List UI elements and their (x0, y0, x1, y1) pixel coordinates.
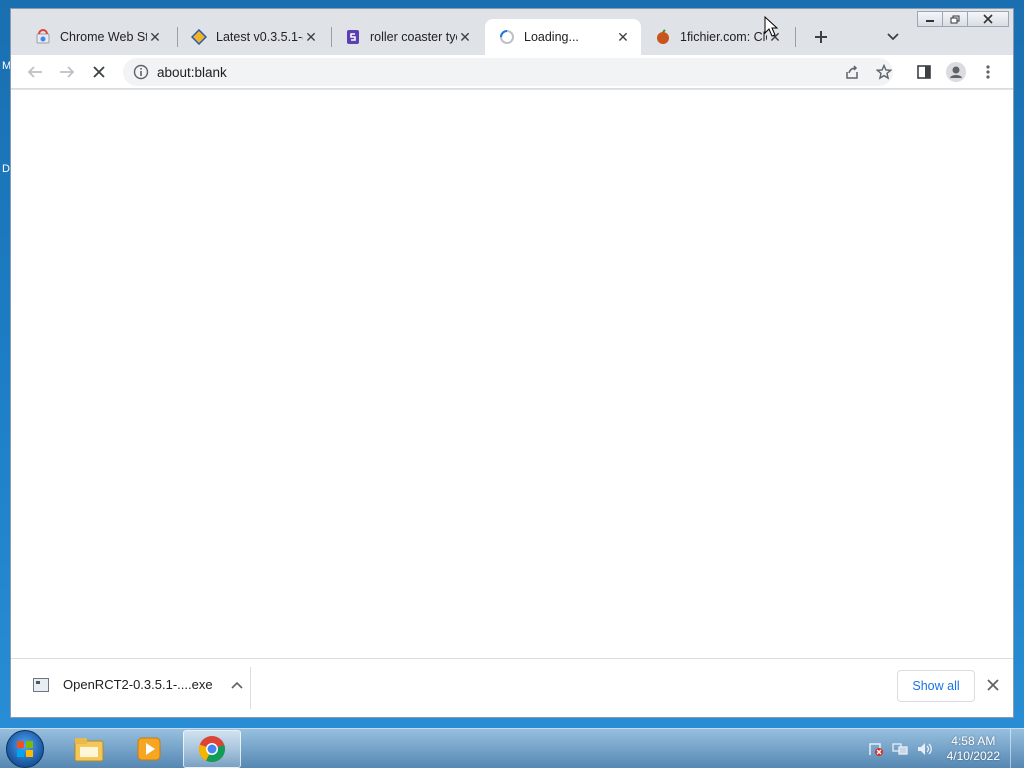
back-button[interactable] (23, 60, 47, 84)
tab-title: Latest v0.3.5.1-89 (216, 30, 303, 44)
share-icon (846, 65, 858, 79)
executable-file-icon (33, 677, 49, 692)
start-button[interactable] (6, 730, 44, 768)
chevron-down-icon (887, 33, 899, 41)
avatar-icon (946, 62, 966, 82)
page-content (11, 90, 1013, 658)
chrome-window: Chrome Web Store ✕ Latest v0.3.5.1-89 ✕ … (10, 8, 1014, 718)
tab-separator (795, 27, 796, 47)
browser-toolbar (11, 55, 1013, 89)
download-shelf: OpenRCT2-0.3.5.1-....exe Show all (11, 658, 1013, 717)
close-tab-icon[interactable]: ✕ (303, 29, 319, 46)
tab-title: Chrome Web Store (60, 30, 147, 44)
1fichier-icon (655, 29, 671, 45)
taskbar-explorer[interactable] (60, 730, 118, 768)
mouse-cursor-icon (764, 16, 779, 37)
system-tray: 4:58 AM 4/10/2022 (867, 729, 1024, 768)
close-tab-icon[interactable]: ✕ (615, 29, 631, 46)
address-input[interactable] (157, 64, 797, 80)
close-icon (987, 679, 999, 691)
close-tab-icon[interactable]: ✕ (147, 29, 163, 46)
star-icon (876, 64, 892, 80)
bookmark-button[interactable] (872, 60, 896, 84)
new-tab-button[interactable] (807, 23, 835, 51)
share-button[interactable] (840, 60, 864, 84)
stop-loading-button[interactable] (87, 60, 111, 84)
forward-button[interactable] (55, 60, 79, 84)
more-vertical-icon (986, 65, 990, 79)
network-icon[interactable] (891, 740, 909, 758)
desktop-icon-label: D (2, 163, 10, 175)
clock-time: 4:58 AM (951, 734, 996, 748)
plus-icon (815, 31, 827, 43)
tab-title: Loading... (524, 30, 579, 44)
side-panel-button[interactable] (912, 60, 936, 84)
github-diamond-icon (191, 29, 207, 45)
shelf-divider (250, 667, 251, 709)
close-shelf-button[interactable] (983, 675, 1003, 695)
close-icon (93, 66, 105, 78)
profile-button[interactable] (944, 60, 968, 84)
show-desktop-button[interactable] (1010, 729, 1024, 768)
tab-title: roller coaster tycoon (370, 30, 457, 44)
taskbar-clock[interactable]: 4:58 AM 4/10/2022 (947, 734, 1000, 764)
taskbar-media-player[interactable] (120, 730, 178, 768)
close-tab-icon[interactable]: ✕ (457, 29, 473, 46)
tab-strip: Chrome Web Store ✕ Latest v0.3.5.1-89 ✕ … (11, 19, 1013, 55)
info-icon (133, 64, 149, 80)
tab-chrome-web-store[interactable]: Chrome Web Store ✕ (21, 19, 173, 55)
loading-spinner-icon (499, 29, 515, 45)
clock-date: 4/10/2022 (946, 749, 1000, 763)
tab-roller-coaster-tycoon[interactable]: roller coaster tycoon ✕ (331, 19, 483, 55)
taskbar: 4:58 AM 4/10/2022 (0, 728, 1024, 768)
download-item[interactable]: OpenRCT2-0.3.5.1-....exe (33, 677, 243, 692)
tab-loading[interactable]: Loading... ✕ (485, 19, 641, 55)
taskbar-chrome[interactable] (183, 730, 241, 768)
volume-icon[interactable] (915, 740, 933, 758)
media-player-icon (137, 737, 161, 761)
chevron-up-icon[interactable] (231, 678, 243, 692)
download-filename: OpenRCT2-0.3.5.1-....exe (63, 677, 213, 692)
menu-button[interactable] (976, 60, 1000, 84)
windows-logo-icon (17, 741, 33, 757)
arrow-right-icon (60, 66, 75, 78)
arrow-left-icon (27, 66, 42, 78)
show-all-button[interactable]: Show all (897, 670, 975, 702)
chrome-icon (198, 736, 225, 763)
chrome-web-store-icon (35, 29, 51, 45)
address-bar[interactable] (123, 58, 893, 86)
tab-title: 1fichier.com: Cloud (680, 30, 767, 44)
tab-openrct2-release[interactable]: Latest v0.3.5.1-89 ✕ (177, 19, 329, 55)
tab-search-button[interactable] (881, 25, 905, 49)
purple-s-icon (345, 29, 361, 45)
side-panel-icon (917, 65, 931, 79)
action-center-icon[interactable] (867, 740, 885, 758)
windows-explorer-icon (74, 738, 104, 762)
